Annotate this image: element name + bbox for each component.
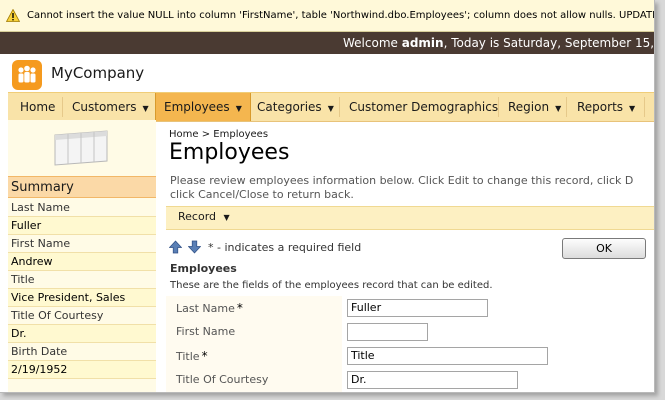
brand-name[interactable]: MyCompany: [51, 64, 144, 82]
table-columns-icon: [54, 130, 108, 166]
menu-item-label: Employees: [164, 100, 230, 114]
breadcrumb: Home > Employees: [169, 129, 268, 140]
chevron-down-icon: ▼: [555, 104, 562, 113]
summary-value: Andrew: [8, 253, 156, 271]
welcome-prefix: Welcome: [343, 36, 398, 50]
breadcrumb-separator: >: [201, 129, 211, 140]
menu-divider: [566, 97, 567, 117]
page-description: Please review employees information belo…: [170, 174, 654, 202]
summary-value: Fuller: [8, 217, 156, 235]
description-line-1: Please review employees information belo…: [170, 174, 634, 187]
warning-icon: [6, 9, 20, 22]
chevron-down-icon: ▼: [235, 104, 242, 113]
menu-item-label: Home: [20, 100, 56, 114]
welcome-bar: Welcome admin, Today is Saturday, Septem…: [0, 32, 654, 54]
summary-label: Birth Date: [8, 343, 156, 361]
last-name-field[interactable]: [347, 299, 488, 317]
people-logo-icon[interactable]: [12, 60, 42, 90]
action-bar: [166, 206, 654, 230]
menu-item-region[interactable]: Region ▼: [500, 93, 569, 121]
required-marker: *: [201, 349, 208, 363]
main-menu: Home Customers ▼ Employees ▼ Categories ▼ C…: [8, 92, 654, 122]
summary-value: Dr.: [8, 325, 156, 343]
ok-button[interactable]: OK: [562, 238, 646, 259]
chevron-down-icon: ▼: [327, 104, 334, 113]
title-field[interactable]: [347, 347, 548, 365]
welcome-text: Welcome admin, Today is Saturday, Septem…: [343, 32, 654, 54]
summary-heading: Summary: [8, 176, 156, 198]
page-title: Employees: [169, 140, 290, 165]
menu-item-employees[interactable]: Employees ▼: [155, 93, 251, 121]
menu-item-label: Reports: [577, 100, 624, 114]
section-title: Employees: [170, 262, 237, 275]
arrow-up-icon[interactable]: [169, 240, 182, 254]
chevron-down-icon: ▼: [629, 104, 636, 113]
record-menu-button[interactable]: Record ▼: [178, 210, 230, 223]
menu-divider: [498, 97, 499, 117]
field-label-first-name: First Name: [176, 325, 236, 338]
menu-divider: [644, 97, 645, 117]
menu-item-label: Customers: [72, 100, 137, 114]
first-name-field[interactable]: [347, 323, 428, 341]
menu-item-categories[interactable]: Categories ▼: [249, 93, 342, 121]
field-label-text: Last Name: [176, 302, 235, 315]
required-field-note: * - indicates a required field: [208, 241, 362, 254]
menu-item-customer-demographics[interactable]: Customer Demographics: [341, 93, 506, 121]
summary-value: Vice President, Sales: [8, 289, 156, 307]
breadcrumb-current: Employees: [213, 129, 269, 140]
menu-item-label: Region: [508, 100, 550, 114]
menu-item-label: Categories: [257, 100, 322, 114]
app-window: Cannot insert the value NULL into column…: [0, 0, 655, 393]
field-label-title-of-courtesy: Title Of Courtesy: [176, 373, 269, 386]
title-of-courtesy-field[interactable]: [347, 371, 518, 389]
welcome-user[interactable]: admin: [402, 36, 444, 50]
menu-divider: [339, 97, 340, 117]
required-marker: *: [236, 301, 243, 315]
field-label-last-name: Last Name *: [176, 301, 243, 315]
menu-item-reports[interactable]: Reports ▼: [569, 93, 643, 121]
welcome-date: , Today is Saturday, September 15, 2: [443, 36, 654, 50]
menu-item-home[interactable]: Home: [12, 93, 63, 121]
chevron-down-icon: ▼: [223, 213, 230, 222]
arrow-down-icon[interactable]: [188, 240, 201, 254]
description-line-2: click Cancel/Close to return back.: [170, 188, 354, 201]
breadcrumb-home-link[interactable]: Home: [169, 129, 199, 140]
summary-value: 2/19/1952: [8, 361, 156, 379]
summary-label: Last Name: [8, 199, 156, 217]
error-message-bar: Cannot insert the value NULL into column…: [0, 0, 654, 32]
menu-divider: [62, 97, 63, 117]
chevron-down-icon: ▼: [142, 104, 149, 113]
record-menu-label: Record: [178, 210, 217, 223]
error-message-text: Cannot insert the value NULL into column…: [27, 10, 654, 21]
summary-label: Title Of Courtesy: [8, 307, 156, 325]
menu-item-customers[interactable]: Customers ▼: [64, 93, 157, 121]
field-label-text: Title: [176, 350, 200, 363]
field-label-title: Title *: [176, 349, 208, 363]
menu-item-label: Customer Demographics: [349, 100, 499, 114]
summary-label: Title: [8, 271, 156, 289]
section-description: These are the fields of the employees re…: [170, 280, 493, 291]
summary-label: First Name: [8, 235, 156, 253]
